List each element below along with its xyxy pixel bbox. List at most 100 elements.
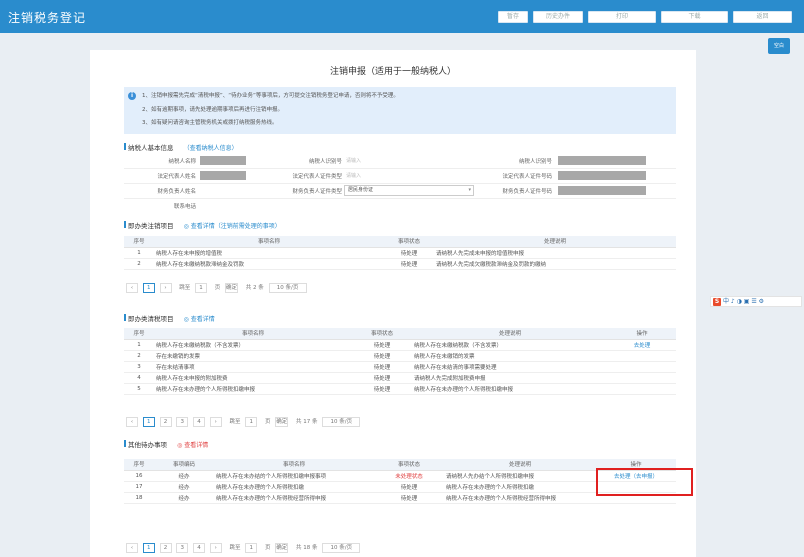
total-count: 共 18 条 — [296, 545, 318, 551]
page-button[interactable]: 3 — [176, 417, 189, 427]
prev-page-button[interactable]: ‹ — [126, 417, 138, 427]
taxpayer-id-value — [558, 156, 646, 165]
column-header: 事项名称 — [214, 459, 374, 471]
table-row: 3 存在未结清事项 待处理 纳税人存在未结清的事项需要处理 — [124, 361, 676, 373]
highlight-box — [596, 468, 693, 496]
table-row: 5 纳税人存在未办理的个人所得税扣缴申报 待处理 纳税人存在未办理的个人所得税扣… — [124, 383, 676, 395]
table-row: 2 存在未缴销的发票 待处理 纳税人存在未缴销的发票 — [124, 350, 676, 362]
basic-info-title: 纳税人基本信息 （查看纳税人信息） — [124, 142, 238, 152]
column-header: 序号 — [124, 328, 154, 340]
field-label: 法定代表人证件类型 — [292, 174, 342, 180]
column-header: 序号 — [124, 236, 154, 248]
section3-detail-link[interactable]: ◎ 查看详情 — [177, 442, 208, 449]
column-header: 事项名称 — [154, 236, 384, 248]
column-header: 事项状态 — [374, 459, 444, 471]
legal-rep-name-value — [200, 171, 246, 180]
print-button[interactable]: 打印 — [588, 11, 656, 23]
taxpayer-id-placeholder[interactable]: 请输入 — [346, 157, 361, 164]
column-header: 处理说明 — [434, 236, 676, 248]
field-label: 纳税人识别号 — [518, 159, 552, 165]
goto-confirm-button[interactable]: 确定 — [275, 543, 289, 553]
total-count: 共 17 条 — [296, 419, 318, 425]
handle-action-link[interactable]: 去处理 — [608, 339, 676, 351]
page-button[interactable]: 4 — [193, 543, 205, 553]
section2-title: 即办类清税项目 ◎ 查看详情 — [124, 313, 215, 323]
field-label: 联系电话 — [173, 204, 196, 210]
page-button[interactable]: 1 — [142, 543, 155, 553]
ime-toolbar[interactable]: S中 ♪ ◑ ▣ ☰ ⚙ — [710, 296, 802, 307]
legal-rep-id-type-placeholder[interactable]: 请输入 — [346, 172, 361, 179]
section2-pager: ‹ 1 2 3 4 › 跳至 1 页 确定 共 17 条 10 条/页 — [126, 417, 363, 427]
section1-table: 序号 事项名称 事项状态 处理说明 1 纳税人存在未申报的增值税 待处理 请纳税… — [124, 236, 676, 270]
ime-tools-icon[interactable]: 中 ♪ ◑ ▣ ☰ ⚙ — [723, 298, 764, 305]
table-row: 16 经办 纳税人存在未办结的个人所得税扣缴申报事项 未处理状态 请纳税人先办结… — [124, 470, 676, 482]
next-page-button[interactable]: › — [209, 417, 222, 427]
field-label: 法定代表人姓名 — [157, 174, 196, 180]
field-label: 法定代表人证件号码 — [502, 174, 552, 180]
section1-pager: ‹ 1 › 跳至 1 页 确定 共 2 条 10 条/页 — [126, 283, 310, 293]
page-size-select[interactable]: 10 条/页 — [322, 543, 361, 553]
field-label: 财务负责人姓名 — [157, 189, 196, 195]
column-header: 事项状态 — [384, 236, 434, 248]
notice-box: i 1、注销申报需先完成“清税申报”、“待办业务”等事项后，方可提交注销税务登记… — [124, 87, 676, 134]
field-label: 财务负责人证件号码 — [502, 189, 552, 195]
table-row: 2 纳税人存在未缴纳税款滞纳金及罚款 待处理 请纳税人先完成欠缴税款滞纳金及罚款… — [124, 258, 676, 270]
goto-confirm-button[interactable]: 确定 — [275, 417, 289, 427]
goto-confirm-button[interactable]: 确定 — [225, 283, 239, 293]
taxpayer-name-value — [200, 156, 246, 165]
section3-table: 序号 事项编码 事项名称 事项状态 处理说明 操作 16 经办 纳税人存在未办结… — [124, 459, 676, 504]
page-title: 注销申报（适用于一般纳税人） — [329, 67, 456, 77]
section3-title: 其他待办事项 ◎ 查看详情 — [124, 439, 208, 449]
finance-id-type-select[interactable]: 居民身份证 ▾ — [344, 185, 474, 196]
notice-line: 1、注销申报需先完成“清税申报”、“待办业务”等事项后，方可提交注销税务登记申请… — [142, 93, 399, 99]
app-title: 注销税务登记 — [8, 11, 87, 25]
page-button[interactable]: 4 — [193, 417, 205, 427]
notice-line: 2、如有逾期事项，请先处理逾期事项后再进行注销申报。 — [142, 107, 284, 113]
field-label: 财务负责人证件类型 — [292, 189, 342, 195]
page-button[interactable]: 3 — [176, 543, 189, 553]
next-page-button[interactable]: › — [209, 543, 222, 553]
section1-detail-link[interactable]: ◎ 查看详情（注销前需处理的事项） — [184, 223, 281, 230]
status-badge: 未处理状态 — [374, 470, 444, 482]
column-header: 处理说明 — [412, 328, 608, 340]
legal-rep-id-value — [558, 171, 646, 180]
finance-id-value — [558, 186, 646, 195]
side-tab[interactable]: 空白 — [768, 38, 790, 54]
page-button[interactable]: 1 — [142, 283, 155, 293]
history-button[interactable]: 历史办件 — [533, 11, 583, 23]
column-header: 事项名称 — [154, 328, 352, 340]
column-header: 处理说明 — [444, 459, 596, 471]
section3-pager: ‹ 1 2 3 4 › 跳至 1 页 确定 共 18 条 10 条/页 — [126, 543, 363, 553]
section1-title: 即办类注销项目 ◎ 查看详情（注销前需处理的事项） — [124, 220, 281, 230]
return-button[interactable]: 返回 — [733, 11, 792, 23]
next-page-button[interactable]: › — [159, 283, 172, 293]
total-count: 共 2 条 — [245, 285, 264, 291]
view-taxpayer-link[interactable]: （查看纳税人信息） — [184, 145, 238, 152]
goto-page-input[interactable]: 1 — [245, 543, 258, 553]
field-label: 纳税人识别号 — [308, 159, 342, 165]
table-row: 4 纳税人存在未申报的附加税费 待处理 请纳税人先完成附加税费申报 — [124, 372, 676, 384]
goto-page-input[interactable]: 1 — [195, 283, 208, 293]
notice-line: 3、如有疑问请咨询主管税务机关或拨打纳税服务热线。 — [142, 120, 278, 126]
page-size-select[interactable]: 10 条/页 — [322, 417, 361, 427]
page-button[interactable]: 2 — [159, 417, 172, 427]
save-draft-button[interactable]: 暂存 — [498, 11, 528, 23]
column-header: 操作 — [608, 328, 676, 340]
info-icon: i — [128, 92, 136, 100]
section2-detail-link[interactable]: ◎ 查看详情 — [184, 316, 215, 323]
table-row: 1 纳税人存在未申报的增值税 待处理 请纳税人先完成未申报的增值税申报 — [124, 247, 676, 259]
page-button[interactable]: 2 — [159, 543, 172, 553]
page-size-select[interactable]: 10 条/页 — [268, 283, 307, 293]
field-label: 纳税人名称 — [168, 159, 196, 165]
column-header: 事项状态 — [352, 328, 412, 340]
download-button[interactable]: 下载 — [661, 11, 728, 23]
column-header: 序号 — [124, 459, 154, 471]
ime-logo-icon: S — [713, 298, 721, 306]
top-bar: 注销税务登记 暂存 历史办件 打印 下载 返回 — [0, 0, 804, 33]
table-row: 18 经办 纳税人存在未办理的个人所得税经营所得申报 待处理 纳税人存在未办理的… — [124, 492, 676, 504]
column-header: 事项编码 — [154, 459, 214, 471]
prev-page-button[interactable]: ‹ — [126, 283, 138, 293]
prev-page-button[interactable]: ‹ — [126, 543, 138, 553]
goto-page-input[interactable]: 1 — [245, 417, 258, 427]
page-button[interactable]: 1 — [142, 417, 155, 427]
